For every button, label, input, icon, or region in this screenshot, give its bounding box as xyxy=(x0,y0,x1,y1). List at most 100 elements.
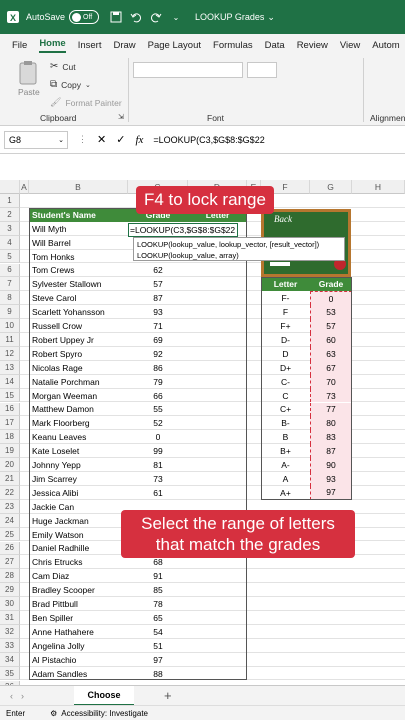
row-header[interactable]: 13 xyxy=(0,360,20,375)
student-name-cell[interactable]: Chris Etrucks xyxy=(29,555,128,569)
row-header[interactable]: 25 xyxy=(0,527,20,542)
grade-cell[interactable]: 78 xyxy=(128,597,188,611)
letter-cell[interactable] xyxy=(188,389,247,403)
letter-cell[interactable] xyxy=(188,347,247,361)
student-name-cell[interactable]: Robert Spyro xyxy=(29,347,128,361)
sheet-tab-choose[interactable]: Choose xyxy=(74,685,134,706)
lookup-letter-cell[interactable]: C+ xyxy=(261,403,310,417)
row-header[interactable]: 10 xyxy=(0,319,20,333)
lookup-grade-cell[interactable]: 53 xyxy=(310,305,352,320)
lookup-letter-cell[interactable]: F+ xyxy=(261,319,310,333)
font-style-buttons[interactable] xyxy=(133,84,273,100)
letter-cell[interactable] xyxy=(188,333,247,347)
lookup-grade-cell[interactable]: 63 xyxy=(310,346,352,361)
row-header[interactable]: 34 xyxy=(0,652,20,667)
student-name-cell[interactable]: Al Pistachio xyxy=(29,653,128,667)
row-header[interactable]: 26 xyxy=(0,541,20,556)
letter-cell[interactable] xyxy=(188,291,247,305)
row-header[interactable]: 11 xyxy=(0,333,20,347)
menu-tab-home[interactable]: Home xyxy=(39,38,66,53)
grade-cell[interactable]: 62 xyxy=(128,264,188,278)
student-name-cell[interactable]: Jessica Alibi xyxy=(29,486,128,500)
lookup-grade-cell[interactable]: 97 xyxy=(310,485,352,500)
letter-cell[interactable] xyxy=(188,667,247,681)
lookup-grade-cell[interactable]: 57 xyxy=(310,319,352,333)
student-name-cell[interactable]: Tom Crews xyxy=(29,264,128,278)
letter-cell[interactable] xyxy=(188,319,247,333)
row-header[interactable]: 33 xyxy=(0,638,20,653)
lookup-grade-cell[interactable]: 70 xyxy=(310,374,352,389)
active-cell-editor[interactable]: =LOOKUP(C3,$G$8:$G$22 xyxy=(128,222,238,237)
lookup-grade-cell[interactable]: 93 xyxy=(310,472,352,486)
dialog-launcher-icon[interactable]: ⇲ xyxy=(118,113,124,121)
student-name-cell[interactable]: Adam Sandles xyxy=(29,667,128,681)
student-name-cell[interactable]: Cam Diaz xyxy=(29,569,128,583)
lookup-grade-header[interactable]: Grade xyxy=(310,277,352,292)
function-icon[interactable]: fx xyxy=(135,134,143,146)
lookup-grade-cell[interactable]: 90 xyxy=(310,458,352,472)
lookup-grade-cell[interactable]: 67 xyxy=(310,360,352,375)
tooltip-syntax-1[interactable]: LOOKUP(lookup_value, lookup_vector, [res… xyxy=(137,239,341,250)
row-header[interactable]: 5 xyxy=(0,249,20,264)
grade-cell[interactable]: 93 xyxy=(128,305,188,319)
letter-cell[interactable] xyxy=(188,375,247,389)
letter-cell[interactable] xyxy=(188,416,247,430)
letter-cell[interactable] xyxy=(188,583,247,597)
row-header[interactable]: 1 xyxy=(0,194,20,208)
row-header[interactable]: 28 xyxy=(0,569,20,584)
name-box[interactable]: G8 ⌄ xyxy=(4,130,68,149)
menu-tab-page-layout[interactable]: Page Layout xyxy=(148,40,201,51)
row-header[interactable]: 19 xyxy=(0,444,20,459)
lookup-letter-cell[interactable]: B xyxy=(261,430,310,444)
student-name-cell[interactable]: Ben Spiller xyxy=(29,611,128,625)
column-header-g[interactable]: G xyxy=(310,180,352,194)
lookup-grade-cell[interactable]: 60 xyxy=(310,333,352,347)
row-header[interactable]: 31 xyxy=(0,611,20,625)
student-name-cell[interactable]: Kate Loselet xyxy=(29,444,128,458)
student-name-cell[interactable]: Robert Uppey Jr xyxy=(29,333,128,347)
cancel-icon[interactable]: ✕ xyxy=(97,133,106,146)
grade-cell[interactable]: 86 xyxy=(128,361,188,375)
lookup-letter-cell[interactable]: A- xyxy=(261,458,310,472)
grade-cell[interactable]: 55 xyxy=(128,403,188,417)
letter-cell[interactable] xyxy=(188,569,247,583)
tooltip-syntax-2[interactable]: LOOKUP(lookup_value, array) xyxy=(137,250,341,261)
autosave-toggle[interactable]: Off xyxy=(69,10,100,24)
menu-tab-review[interactable]: Review xyxy=(297,40,328,51)
column-header-b[interactable]: B xyxy=(29,180,128,194)
column-header-a[interactable]: A xyxy=(20,180,29,194)
student-name-cell[interactable]: Natalie Porchman xyxy=(29,375,128,389)
menu-tab-insert[interactable]: Insert xyxy=(78,40,102,51)
lookup-letter-cell[interactable]: B- xyxy=(261,416,310,430)
letter-cell[interactable] xyxy=(188,277,247,291)
student-name-cell[interactable]: Emily Watson xyxy=(29,528,128,542)
letter-cell[interactable] xyxy=(188,625,247,639)
copy-button[interactable]: ⧉ Copy ⌄ xyxy=(50,79,91,90)
letter-cell[interactable] xyxy=(188,653,247,667)
lookup-letter-cell[interactable]: A+ xyxy=(261,486,310,500)
menu-tab-draw[interactable]: Draw xyxy=(113,40,135,51)
grade-cell[interactable]: 97 xyxy=(128,653,188,667)
row-header[interactable]: 17 xyxy=(0,416,20,431)
accessibility-status[interactable]: Accessibility: Investigate xyxy=(61,709,148,718)
lookup-grade-cell[interactable]: 80 xyxy=(310,416,352,431)
student-name-cell[interactable]: Matthew Damon xyxy=(29,403,128,417)
student-name-cell[interactable]: Steve Carol xyxy=(29,291,128,305)
letter-cell[interactable] xyxy=(188,486,247,500)
grade-cell[interactable]: 54 xyxy=(128,625,188,639)
letter-cell[interactable] xyxy=(188,458,247,472)
row-header[interactable]: 12 xyxy=(0,346,20,361)
menu-tab-data[interactable]: Data xyxy=(265,40,285,51)
row-header[interactable]: 21 xyxy=(0,472,20,486)
row-header[interactable]: 30 xyxy=(0,597,20,611)
lookup-grade-cell[interactable]: 83 xyxy=(310,430,352,445)
lookup-letter-header[interactable]: Letter xyxy=(261,277,310,292)
row-header[interactable]: 32 xyxy=(0,624,20,639)
row-header[interactable]: 22 xyxy=(0,485,20,500)
grade-cell[interactable]: 0 xyxy=(128,430,188,444)
grade-cell[interactable]: 87 xyxy=(128,291,188,305)
lookup-letter-cell[interactable]: F- xyxy=(261,291,310,305)
student-name-cell[interactable]: Tom Honks xyxy=(29,250,128,264)
lookup-letter-cell[interactable]: B+ xyxy=(261,444,310,458)
row-header[interactable]: 4 xyxy=(0,235,20,250)
